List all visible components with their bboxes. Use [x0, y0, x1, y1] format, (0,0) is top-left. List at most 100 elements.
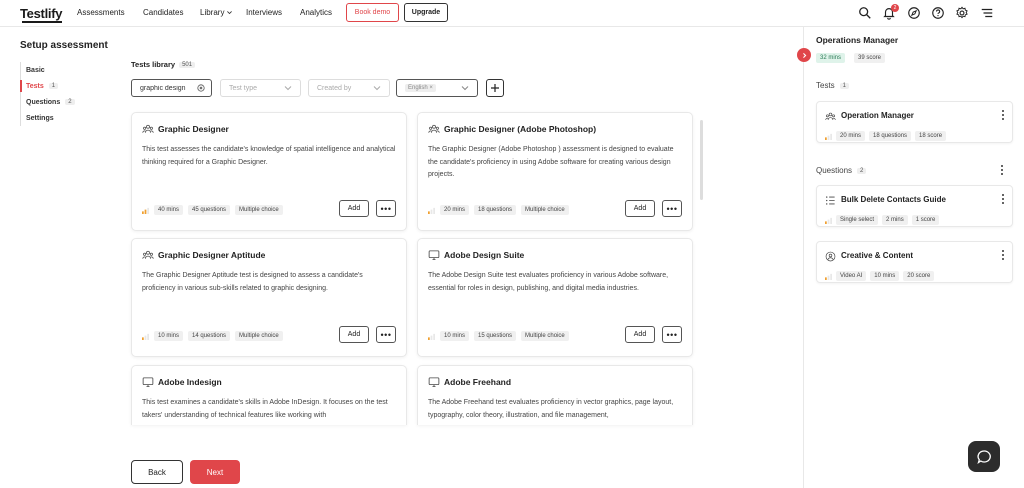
selected-test-meta: 20 mins 18 questions 18 score — [825, 131, 947, 141]
upgrade-button[interactable]: Upgrade — [404, 3, 448, 22]
step-count: 2 — [65, 99, 75, 105]
question-meta: Video AI 10 mins 20 score — [825, 271, 935, 281]
library-count: 501 — [179, 61, 196, 68]
add-button[interactable]: Add — [339, 326, 369, 343]
test-type-select[interactable]: Test type — [220, 79, 301, 97]
chat-support-button[interactable] — [968, 441, 1000, 472]
test-card[interactable]: Graphic Designer Aptitude The Graphic De… — [131, 238, 407, 357]
compass-icon[interactable] — [907, 6, 921, 20]
card-description: This test assesses the candidate's knowl… — [142, 146, 396, 166]
score-chip: 18 score — [915, 131, 947, 141]
library-scrollbar[interactable] — [700, 120, 703, 200]
type-chip: Multiple choice — [235, 331, 283, 341]
kebab-menu-icon[interactable] — [999, 164, 1005, 176]
nav-library[interactable]: Library — [200, 8, 233, 17]
video-user-icon — [825, 251, 836, 262]
ellipsis-icon: ••• — [380, 203, 392, 214]
ellipsis-icon: ••• — [380, 329, 392, 340]
type-chip: Single select — [836, 215, 879, 225]
duration-chip: 20 mins — [836, 131, 866, 141]
nav-candidates[interactable]: Candidates — [143, 8, 183, 17]
test-card[interactable]: Adobe Design Suite The Adobe Design Suit… — [417, 238, 693, 357]
questions-chip: 18 questions — [869, 131, 912, 141]
created-by-placeholder: Created by — [317, 84, 352, 92]
list-select-icon — [826, 196, 835, 205]
language-select[interactable]: English × — [396, 79, 478, 97]
logo-underline — [22, 21, 62, 23]
clear-icon[interactable] — [197, 84, 205, 92]
tests-count: 1 — [839, 82, 850, 89]
type-chip: Multiple choice — [521, 205, 569, 215]
gear-icon[interactable] — [955, 6, 969, 20]
tests-section-label: Tests 1 — [816, 81, 850, 90]
card-meta: 40 mins 45 questions Multiple choice — [142, 205, 283, 215]
step-tests[interactable]: Tests 1 — [20, 78, 75, 94]
card-description: The Graphic Designer Aptitude test is de… — [142, 272, 363, 292]
more-options-button[interactable]: ••• — [376, 200, 396, 217]
questions-section-label: Questions 2 — [816, 166, 867, 175]
help-icon[interactable] — [931, 6, 945, 20]
add-button[interactable]: Add — [625, 200, 655, 217]
add-filter-button[interactable] — [486, 79, 504, 97]
menu-icon[interactable] — [980, 6, 994, 20]
difficulty-bars-icon — [825, 133, 832, 140]
selected-test-card[interactable]: Operation Manager 20 mins 18 questions 1… — [816, 101, 1013, 143]
logo[interactable]: Testlify — [20, 6, 62, 21]
test-type-placeholder: Test type — [229, 84, 258, 92]
setup-steps: Basic Tests 1 Questions 2 Settings — [20, 62, 75, 126]
card-meta: 10 mins 14 questions Multiple choice — [142, 331, 283, 341]
test-card[interactable]: Adobe Indesign This test examines a cand… — [131, 365, 407, 425]
test-card[interactable]: Graphic Designer (Adobe Photoshop) The G… — [417, 112, 693, 231]
step-settings[interactable]: Settings — [21, 110, 75, 126]
monitor-icon — [428, 377, 440, 387]
questions-chip: 45 questions — [188, 205, 231, 215]
monitor-icon — [142, 377, 154, 387]
team-icon — [825, 112, 836, 121]
type-chip: Multiple choice — [235, 205, 283, 215]
selected-question-card[interactable]: Bulk Delete Contacts Guide Single select… — [816, 185, 1013, 227]
chevron-down-icon — [284, 86, 292, 91]
nav-analytics[interactable]: Analytics — [300, 8, 332, 17]
team-icon — [428, 124, 440, 133]
difficulty-bars-icon — [142, 333, 149, 340]
more-options-button[interactable]: ••• — [662, 200, 682, 217]
more-options-button[interactable]: ••• — [376, 326, 396, 343]
add-button[interactable]: Add — [625, 326, 655, 343]
card-description: The Adobe Design Suite test evaluates pr… — [428, 272, 669, 292]
step-basic[interactable]: Basic — [21, 62, 75, 78]
search-icon[interactable] — [858, 6, 872, 20]
team-icon — [142, 124, 154, 133]
language-tag[interactable]: English × — [405, 84, 436, 92]
card-description: The Adobe Freehand test evaluates profic… — [428, 399, 674, 419]
test-card[interactable]: Graphic Designer This test assesses the … — [131, 112, 407, 231]
book-demo-button[interactable]: Book demo — [346, 3, 399, 22]
card-title: Adobe Freehand — [444, 377, 512, 387]
ellipsis-icon: ••• — [666, 329, 678, 340]
step-label: Settings — [26, 114, 54, 122]
add-button[interactable]: Add — [339, 200, 369, 217]
nav-assessments[interactable]: Assessments — [77, 8, 125, 17]
test-card[interactable]: Adobe Freehand The Adobe Freehand test e… — [417, 365, 693, 425]
duration-chip: 40 mins — [154, 205, 184, 215]
created-by-select[interactable]: Created by — [308, 79, 390, 97]
step-questions[interactable]: Questions 2 — [21, 94, 75, 110]
difficulty-bars-icon — [142, 207, 149, 214]
chevron-down-icon — [461, 86, 469, 91]
collapse-panel-button[interactable] — [797, 48, 811, 62]
kebab-menu-icon[interactable] — [1000, 109, 1006, 121]
step-label: Tests — [26, 82, 44, 90]
nav-interviews[interactable]: Interviews — [246, 8, 282, 17]
setup-title: Setup assessment — [20, 40, 108, 51]
next-button[interactable]: Next — [190, 460, 240, 484]
back-button[interactable]: Back — [131, 460, 183, 484]
more-options-button[interactable]: ••• — [662, 326, 682, 343]
card-meta: 20 mins 18 questions Multiple choice — [428, 205, 569, 215]
selected-question-card[interactable]: Creative & Content Video AI 10 mins 20 s… — [816, 241, 1013, 283]
kebab-menu-icon[interactable] — [1000, 249, 1006, 261]
kebab-menu-icon[interactable] — [1000, 193, 1006, 205]
questions-count: 2 — [857, 167, 867, 174]
step-count: 1 — [48, 83, 59, 89]
search-input[interactable]: graphic design — [131, 79, 212, 97]
search-value: graphic design — [140, 84, 186, 92]
card-description: The Graphic Designer (Adobe Photoshop ) … — [428, 146, 674, 178]
